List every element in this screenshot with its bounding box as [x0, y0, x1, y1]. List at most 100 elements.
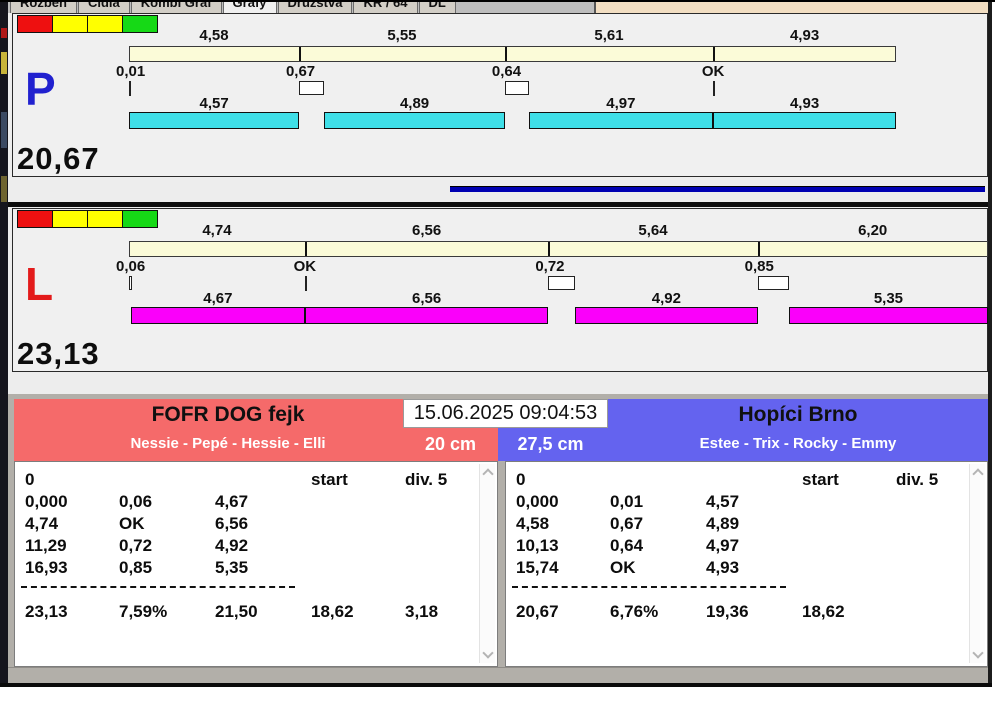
start-lights — [17, 210, 158, 228]
lane-l-graph: 4,74 6,56 5,64 6,20 0,06 OK 0,72 0,85 4,67 6,56 4,… — [13, 209, 988, 371]
segment-divider — [548, 242, 551, 256]
edge-sliver — [1, 28, 7, 38]
table-header-cell: start — [802, 470, 839, 489]
table-cell: 5,35 — [215, 558, 249, 577]
lane-p-graph: 4,58 5,55 5,61 4,93 0,01 0,67 0,64 OK 4,57 4,89 4,… — [13, 14, 987, 176]
table-header-cell: div. 5 — [896, 470, 939, 489]
page-margin — [0, 687, 995, 716]
split-time-label: 5,64 — [638, 222, 668, 239]
split-time-label: 5,61 — [594, 27, 624, 44]
dog-time-label: 4,67 — [203, 290, 233, 307]
desktop-edge — [0, 0, 8, 686]
window-right-edge — [988, 0, 992, 686]
dog-time-bar — [575, 307, 758, 324]
changeover-fault-box — [757, 276, 790, 290]
changeover-label: 0,67 — [285, 63, 316, 80]
totals-divider — [21, 586, 295, 588]
lane-total-l: 23,13 — [17, 336, 100, 371]
edge-sliver — [1, 52, 7, 74]
changeover-tick — [713, 81, 716, 96]
datetime-display: 15.06.2025 09:04:53 — [403, 399, 608, 428]
table-cell: 4,74 — [25, 514, 59, 533]
changeover-fault-box — [298, 81, 324, 95]
changeover-fault-box — [129, 276, 132, 290]
segment-divider — [757, 242, 760, 256]
split-times-bar — [129, 241, 988, 257]
team-name-right: Hopíci Brno — [738, 403, 858, 426]
table-cell: 4,97 — [706, 536, 740, 555]
table-cell: 11,29 — [25, 536, 67, 555]
table-cell: 0,64 — [610, 536, 644, 555]
dog-time-bar — [713, 112, 897, 129]
start-light — [87, 15, 123, 33]
chevron-up-icon[interactable] — [970, 464, 985, 480]
table-total-cell: 20,67 — [516, 602, 559, 621]
table-cell: 0,01 — [610, 492, 644, 511]
dog-time-label: 4,97 — [606, 95, 636, 112]
changeover-fault-box — [504, 81, 529, 95]
start-light — [122, 15, 158, 33]
table-total-cell: 18,62 — [802, 602, 845, 621]
segment-divider — [298, 47, 301, 61]
panel-separator — [8, 202, 988, 207]
dog-time-bar — [131, 307, 305, 324]
totals-divider — [512, 586, 786, 588]
start-light — [17, 15, 53, 33]
changeover-label: 0,64 — [491, 63, 522, 80]
jump-height-right: 27,5 cm — [517, 434, 584, 454]
team-name-left: FOFR DOG fejk — [151, 403, 305, 426]
window-top-edge — [0, 0, 995, 2]
jump-height-left: 20 cm — [424, 434, 477, 454]
table-header-cell: 0 — [516, 470, 526, 489]
scrollbar[interactable] — [969, 464, 985, 663]
table-cell: OK — [610, 558, 636, 577]
changeover-label: 0,01 — [116, 63, 146, 80]
chevron-down-icon[interactable] — [480, 647, 495, 663]
start-light — [17, 210, 53, 228]
changeover-tick — [129, 81, 131, 96]
table-cell: 0,85 — [119, 558, 153, 577]
dog-time-bar — [304, 307, 549, 324]
segment-divider — [304, 242, 307, 256]
run-table-right: 0 start div. 5 0,000 0,01 4,57 4,58 0,67 4,89 10,… — [505, 461, 988, 667]
dog-time-bar — [528, 112, 714, 129]
start-lights — [17, 15, 158, 33]
start-light — [87, 210, 123, 228]
lane-letter-l: L — [25, 258, 54, 310]
table-cell: 4,93 — [706, 558, 740, 577]
table-cell: 4,57 — [706, 492, 740, 511]
table-total-cell: 19,36 — [706, 602, 749, 621]
chevron-down-icon[interactable] — [970, 647, 985, 663]
lane-total-p: 20,67 — [17, 141, 100, 176]
changeover-fault-box — [548, 276, 576, 290]
run-table-left: 0 start div. 5 0,000 0,06 4,67 4,74 OK 6,56 11,29… — [14, 461, 498, 667]
start-light — [52, 15, 88, 33]
dog-time-label: 4,92 — [651, 290, 681, 307]
changeover-tick — [304, 276, 307, 291]
changeover-label: 0,72 — [535, 258, 565, 275]
dog-time-label: 4,93 — [789, 95, 820, 112]
dog-time-bar — [129, 112, 299, 129]
table-cell: 0,000 — [25, 492, 68, 511]
changeover-label: OK — [293, 258, 317, 275]
table-cell: OK — [119, 514, 145, 533]
table-total-cell: 3,18 — [405, 602, 439, 621]
changeover-label: 0,85 — [744, 258, 774, 275]
table-cell: 16,93 — [25, 558, 68, 577]
split-times-bar — [129, 46, 897, 62]
table-cell: 4,89 — [706, 514, 740, 533]
edge-sliver — [1, 112, 7, 148]
start-light — [122, 210, 158, 228]
table-total-cell: 23,13 — [25, 602, 68, 621]
team-dogs-right: Estee - Trix - Rocky - Emmy — [699, 435, 897, 452]
scrollbar[interactable] — [479, 464, 495, 663]
split-time-label: 4,93 — [789, 27, 820, 44]
team-dogs-left: Nessie - Pepé - Hessie - Elli — [130, 435, 326, 452]
changeover-label: OK — [701, 63, 725, 80]
table-cell: 0,06 — [119, 492, 153, 511]
table-cell: 0,67 — [610, 514, 644, 533]
table-cell: 10,13 — [516, 536, 559, 555]
chevron-up-icon[interactable] — [480, 464, 495, 480]
flyball-timing-window: Rozběh Čidla Kombi Graf Grafy Družstva KR / 6… — [0, 0, 995, 716]
table-header-cell: div. 5 — [405, 470, 448, 489]
